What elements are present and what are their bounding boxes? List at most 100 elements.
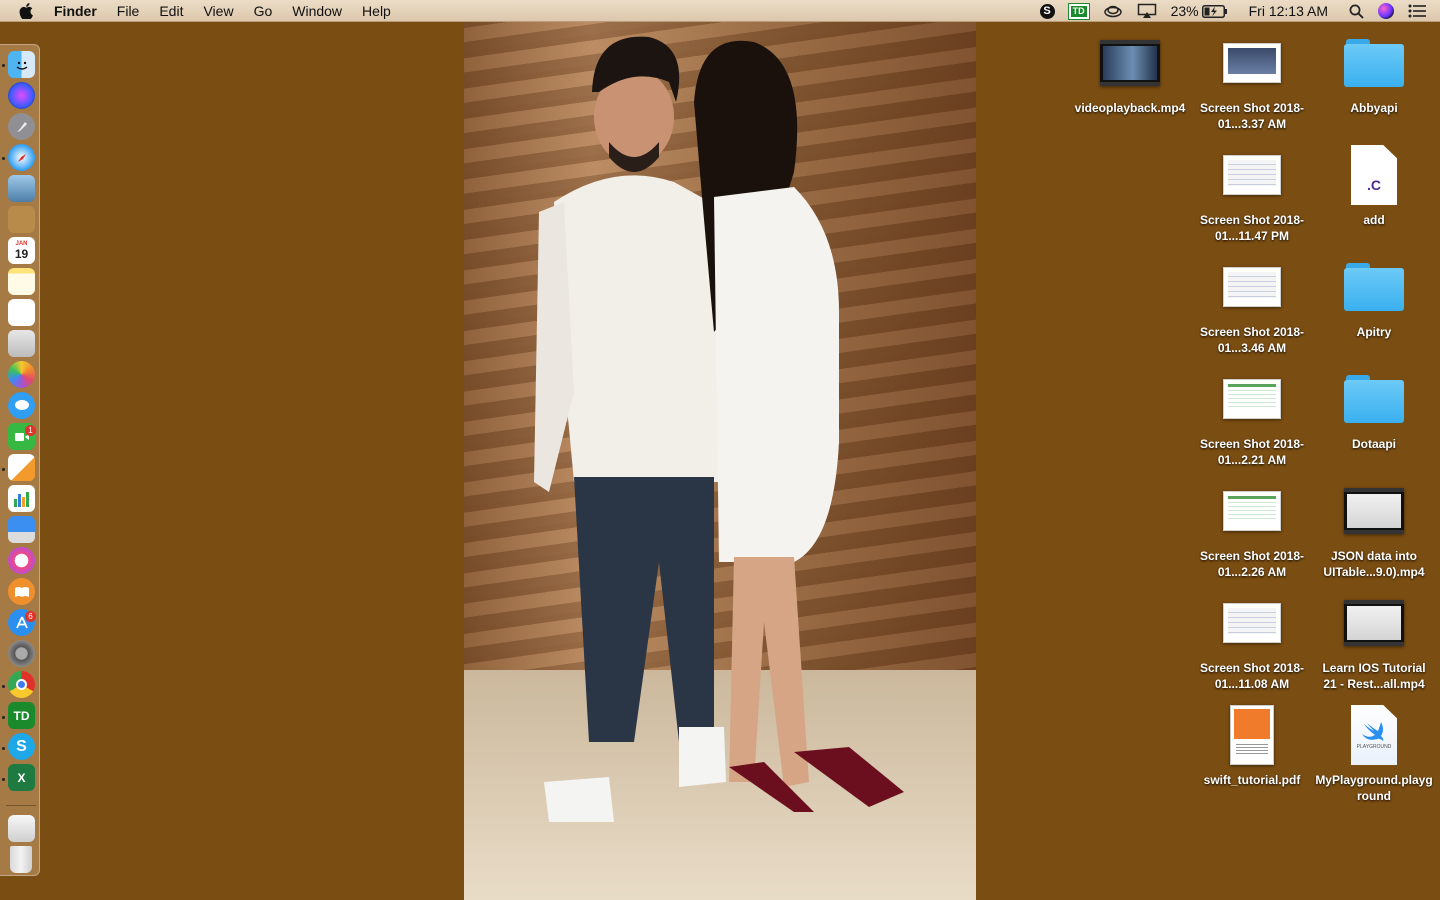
dock-running-dot <box>2 747 5 750</box>
menu-file[interactable]: File <box>107 0 150 22</box>
apple-icon <box>19 2 33 19</box>
dock-photobooth-icon[interactable] <box>8 330 35 357</box>
menu-bar: Finder File Edit View Go Window Help S T… <box>0 0 1440 22</box>
dock-numbers-icon[interactable] <box>8 485 35 512</box>
pdf-file-icon <box>1230 705 1274 765</box>
skype-status-item[interactable]: S <box>1033 0 1062 22</box>
desktop-item-label: add <box>1363 213 1385 227</box>
creative-cloud-icon <box>1103 5 1122 18</box>
file-extension-label: .C <box>1367 177 1381 193</box>
dock-running-dot <box>2 716 5 719</box>
screenshot-file-icon <box>1223 491 1281 531</box>
photo-people-illustration <box>534 36 904 822</box>
dock-system-preferences-icon[interactable] <box>8 640 35 667</box>
desktop-item-json-video[interactable]: JSON data into UITable...9.0).mp4 <box>1314 479 1434 580</box>
wallpaper-photo <box>464 22 976 900</box>
menu-view[interactable]: View <box>193 0 243 22</box>
battery-percent: 23% <box>1170 3 1199 19</box>
desktop-item-label: swift_tutorial.pdf <box>1203 773 1301 787</box>
desktop-item-screenshot[interactable]: Screen Shot 2018-01...11.08 AM <box>1192 591 1312 692</box>
menu-help[interactable]: Help <box>352 0 401 22</box>
dock-separator <box>6 805 36 806</box>
desktop-item-videoplayback[interactable]: videoplayback.mp4 <box>1070 31 1190 116</box>
desktop-item-label: MyPlayground.playground <box>1315 773 1433 803</box>
dock-photos-icon[interactable] <box>8 361 35 388</box>
folder-icon <box>1344 39 1404 87</box>
screenshot-file-icon <box>1223 155 1281 195</box>
battery-status-item[interactable] <box>1201 0 1235 22</box>
desktop-item-swift-tutorial-pdf[interactable]: swift_tutorial.pdf <box>1192 703 1312 788</box>
dock-itunes-icon[interactable] <box>8 547 35 574</box>
desktop-item-label: Apitry <box>1356 325 1392 339</box>
dock-siri-icon[interactable] <box>8 82 35 109</box>
dock-finder-icon[interactable] <box>8 51 35 78</box>
calendar-day-label: 19 <box>14 246 29 261</box>
desktop-item-label: Dotaapi <box>1351 437 1396 451</box>
desktop-item-screenshot[interactable]: Screen Shot 2018-01...2.26 AM <box>1192 479 1312 580</box>
airplay-icon <box>1137 3 1156 18</box>
dock-trash-icon[interactable] <box>10 846 32 873</box>
desktop-item-screenshot[interactable]: Screen Shot 2018-01...3.46 AM <box>1192 255 1312 356</box>
dock-running-dot <box>2 157 5 160</box>
dock-safari-icon[interactable] <box>8 144 35 171</box>
desktop-item-dotaapi-folder[interactable]: Dotaapi <box>1314 367 1434 452</box>
dock-calendar-icon[interactable]: JAN 19 <box>8 237 35 264</box>
td-status-item[interactable]: TD <box>1062 0 1096 22</box>
notification-center-icon <box>1408 4 1426 18</box>
spotlight-icon <box>1349 4 1364 19</box>
menu-go[interactable]: Go <box>244 0 283 22</box>
battery-icon <box>1201 4 1227 18</box>
video-file-icon <box>1344 600 1404 646</box>
status-area: S TD 23% Fri 12:13 AM <box>1033 0 1440 22</box>
dock-td-icon[interactable]: TD <box>8 702 35 729</box>
dock-launchpad-icon[interactable] <box>8 113 35 140</box>
notification-center-item[interactable] <box>1401 0 1440 22</box>
spotlight-status-item[interactable] <box>1342 0 1371 22</box>
swift-playground-icon: PLAYGROUND <box>1351 705 1397 765</box>
desktop-item-label: Learn IOS Tutorial 21 - Rest...all.mp4 <box>1322 661 1426 691</box>
dock-running-dot <box>2 468 5 471</box>
desktop-item-screenshot[interactable]: Screen Shot 2018-01...2.21 AM <box>1192 367 1312 468</box>
appstore-badge: 6 <box>25 611 36 622</box>
dock-notes-icon[interactable] <box>8 268 35 295</box>
td-icon: TD <box>1067 2 1090 20</box>
folder-icon <box>1344 375 1404 423</box>
menu-window[interactable]: Window <box>282 0 352 22</box>
desktop-item-label: Screen Shot 2018-01...11.08 AM <box>1199 661 1305 691</box>
desktop-item-label: Screen Shot 2018-01...2.26 AM <box>1199 549 1305 579</box>
dock-running-dot <box>2 685 5 688</box>
creative-cloud-status-item[interactable] <box>1096 0 1130 22</box>
dock-messages-icon[interactable] <box>8 392 35 419</box>
dock-ibooks-icon[interactable] <box>8 578 35 605</box>
desktop-item-learn-ios-video[interactable]: Learn IOS Tutorial 21 - Rest...all.mp4 <box>1314 591 1434 692</box>
desktop-item-label: Screen Shot 2018-01...2.21 AM <box>1199 437 1305 467</box>
screenshot-file-icon <box>1223 379 1281 419</box>
siri-status-item[interactable] <box>1371 0 1401 22</box>
dock-reminders-icon[interactable] <box>8 299 35 326</box>
desktop-item-apitry-folder[interactable]: Apitry <box>1314 255 1434 340</box>
desktop-item-screenshot[interactable]: Screen Shot 2018-01...11.47 PM <box>1192 143 1312 244</box>
screenshot-file-icon <box>1223 43 1281 83</box>
desktop-item-screenshot[interactable]: Screen Shot 2018-01...3.37 AM <box>1192 31 1312 132</box>
dock-downloads-icon[interactable] <box>8 815 35 842</box>
dock-running-dot <box>2 64 5 67</box>
dock-skype-icon[interactable]: S <box>8 733 35 760</box>
dock-keynote-icon[interactable] <box>8 516 35 543</box>
desktop-item-label: Screen Shot 2018-01...3.46 AM <box>1199 325 1305 355</box>
menu-edit[interactable]: Edit <box>149 0 193 22</box>
desktop-item-label: JSON data into UITable...9.0).mp4 <box>1323 549 1425 579</box>
desktop-item-add-c-file[interactable]: .C add <box>1314 143 1434 228</box>
desktop-item-myplayground[interactable]: PLAYGROUND MyPlayground.playground <box>1314 703 1434 804</box>
dock-chrome-icon[interactable] <box>8 671 35 698</box>
dock-pages-icon[interactable] <box>8 454 35 481</box>
dock-excel-icon[interactable]: X <box>8 764 35 791</box>
video-file-icon <box>1344 488 1404 534</box>
desktop-item-abbyapi-folder[interactable]: Abbyapi <box>1314 31 1434 116</box>
menu-clock[interactable]: Fri 12:13 AM <box>1235 0 1342 22</box>
airplay-status-item[interactable] <box>1130 0 1164 22</box>
dock-preview-icon[interactable] <box>8 175 35 202</box>
facetime-badge: 1 <box>25 425 36 436</box>
dock-contacts-icon[interactable] <box>8 206 35 233</box>
menu-app-name[interactable]: Finder <box>52 0 107 22</box>
apple-menu[interactable] <box>0 2 52 19</box>
